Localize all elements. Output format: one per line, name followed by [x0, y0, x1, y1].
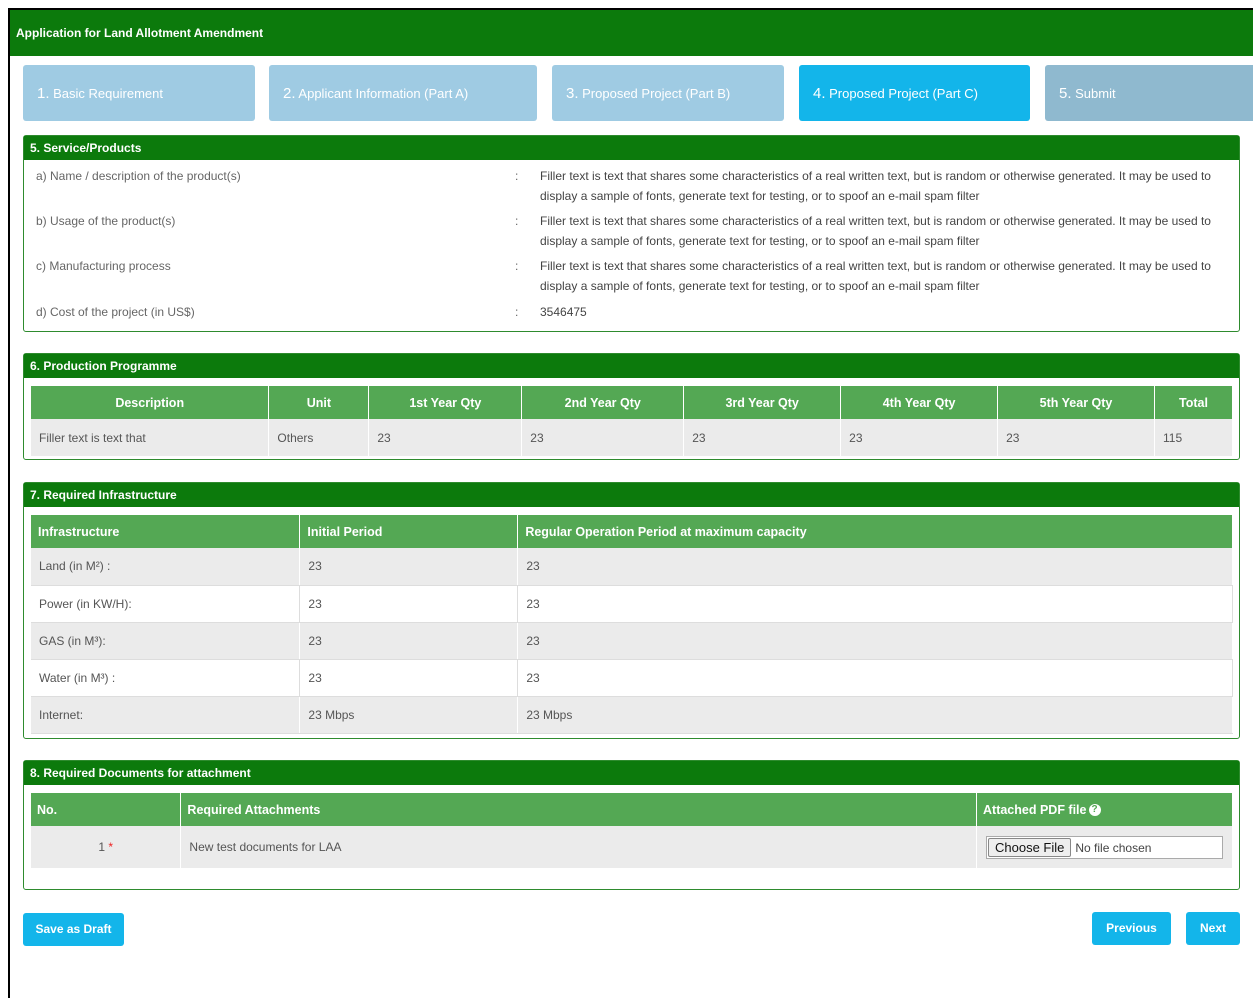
save-as-draft-button[interactable]: Save as Draft [23, 913, 124, 946]
table-cell: 23 [997, 419, 1155, 456]
table-cell: 23 [299, 585, 519, 623]
table-row: GAS (in M³): 23 23 [31, 622, 1233, 660]
panel-title: 5. Service/Products [24, 136, 1239, 160]
step-applicant-information[interactable]: 2. Applicant Information (Part A) [269, 65, 537, 121]
choose-file-button[interactable]: Choose File [988, 837, 1072, 857]
question-circle-icon[interactable]: ? [1088, 804, 1101, 817]
table-cell: 23 [299, 659, 519, 697]
table-cell: 23 [517, 585, 1233, 623]
app-title: Application for Land Allotment Amendment [10, 10, 1253, 56]
infrastructure-table: Infrastructure Initial Period Regular Op… [31, 515, 1233, 734]
previous-button[interactable]: Previous [1092, 912, 1171, 945]
row-number: 1 [98, 840, 106, 854]
column-header: Unit [268, 386, 370, 419]
row-number-cell: 1 * [31, 826, 182, 868]
table-cell: 23 [683, 419, 842, 456]
table-cell: 23 [517, 548, 1233, 586]
column-header: 2nd Year Qty [521, 386, 685, 419]
kv-value: 3546475 [540, 305, 587, 319]
production-table: Description Unit 1st Year Qty 2nd Year Q… [31, 386, 1234, 456]
table-row: 1 * New test documents for LAA Choose Fi… [31, 826, 1233, 868]
panel-title: 7. Required Infrastructure [24, 483, 1239, 507]
required-documents-panel: 8. Required Documents for attachment No.… [23, 760, 1240, 890]
step-proposed-project-b[interactable]: 3. Proposed Project (Part B) [552, 65, 784, 121]
step-number: 5. [1059, 85, 1072, 102]
kv-colon: : [515, 259, 519, 273]
table-cell: 23 Mbps [517, 696, 1233, 734]
table-header-row: No. Required Attachments Attached PDF fi… [31, 793, 1233, 826]
table-cell: Power (in KW/H): [31, 585, 301, 623]
column-header-label: Attached PDF file [983, 802, 1087, 817]
table-cell: 23 Mbps [299, 696, 519, 734]
table-header-row: Infrastructure Initial Period Regular Op… [31, 515, 1233, 548]
file-cell: Choose File No file chosen [976, 826, 1233, 868]
required-asterisk: * [108, 840, 114, 854]
step-label: Proposed Project (Part B) [582, 86, 731, 101]
step-label: Proposed Project (Part C) [829, 86, 978, 101]
step-submit[interactable]: 5. Submit [1045, 65, 1253, 121]
step-label: Applicant Information (Part A) [298, 86, 469, 101]
column-header: Required Attachments [180, 793, 977, 826]
kv-colon: : [515, 305, 519, 319]
kv-value: Filler text is text that shares some cha… [540, 259, 1211, 293]
step-number: 4. [813, 85, 826, 102]
table-row: Filler text is text that Others 23 23 23… [31, 419, 1234, 456]
table-cell: 115 [1154, 419, 1234, 456]
table-cell: GAS (in M³): [31, 622, 301, 660]
kv-label: d) Cost of the project (in US$) [36, 305, 195, 319]
step-proposed-project-c[interactable]: 4. Proposed Project (Part C) [799, 65, 1030, 121]
column-header: Description [31, 386, 270, 419]
column-header: 4th Year Qty [840, 386, 999, 419]
step-number: 1. [37, 85, 50, 102]
table-cell: 23 [517, 659, 1233, 697]
table-cell: 23 [517, 622, 1233, 660]
attachment-name: New test documents for LAA [180, 826, 977, 868]
table-cell: 23 [299, 548, 519, 586]
table-cell: Others [268, 419, 370, 456]
kv-label: b) Usage of the product(s) [36, 214, 176, 228]
service-products-panel: 5. Service/Products a) Name / descriptio… [23, 135, 1240, 332]
step-number: 2. [283, 85, 296, 102]
column-header: 5th Year Qty [997, 386, 1155, 419]
table-header-row: Description Unit 1st Year Qty 2nd Year Q… [31, 386, 1234, 419]
kv-label: c) Manufacturing process [36, 259, 171, 273]
documents-table: No. Required Attachments Attached PDF fi… [31, 793, 1233, 868]
table-cell: Internet: [31, 696, 301, 734]
column-header: Attached PDF file? [976, 793, 1233, 826]
column-header: Infrastructure [31, 515, 301, 548]
required-infrastructure-panel: 7. Required Infrastructure Infrastructur… [23, 482, 1240, 739]
table-row: Land (in M²) : 23 23 [31, 548, 1233, 586]
table-cell: 23 [840, 419, 999, 456]
file-input[interactable]: Choose File No file chosen [986, 835, 1223, 859]
step-basic-requirement[interactable]: 1. Basic Requirement [23, 65, 255, 121]
column-header: 1st Year Qty [368, 386, 523, 419]
file-status: No file chosen [1075, 840, 1152, 855]
table-row: Water (in M³) : 23 23 [31, 659, 1233, 697]
step-label: Submit [1075, 86, 1116, 101]
kv-colon: : [515, 169, 519, 183]
column-header: Initial Period [299, 515, 519, 548]
kv-value: Filler text is text that shares some cha… [540, 169, 1211, 203]
table-cell: 23 [368, 419, 523, 456]
column-header: No. [31, 793, 182, 826]
column-header: Total [1154, 386, 1234, 419]
table-cell: Filler text is text that [31, 419, 270, 456]
table-cell: 23 [299, 622, 519, 660]
next-button[interactable]: Next [1186, 912, 1240, 945]
table-row: Internet: 23 Mbps 23 Mbps [31, 696, 1233, 734]
panel-title: 8. Required Documents for attachment [24, 761, 1239, 785]
table-cell: Water (in M³) : [31, 659, 301, 697]
step-number: 3. [566, 85, 579, 102]
table-cell: 23 [521, 419, 685, 456]
table-row: Power (in KW/H): 23 23 [31, 585, 1233, 623]
step-label: Basic Requirement [53, 86, 163, 101]
kv-label: a) Name / description of the product(s) [36, 169, 241, 183]
kv-colon: : [515, 214, 519, 228]
column-header: Regular Operation Period at maximum capa… [517, 515, 1233, 548]
panel-title: 6. Production Programme [24, 354, 1239, 378]
kv-value: Filler text is text that shares some cha… [540, 214, 1211, 248]
production-programme-panel: 6. Production Programme Description Unit… [23, 353, 1240, 460]
table-cell: Land (in M²) : [31, 548, 301, 586]
column-header: 3rd Year Qty [683, 386, 842, 419]
